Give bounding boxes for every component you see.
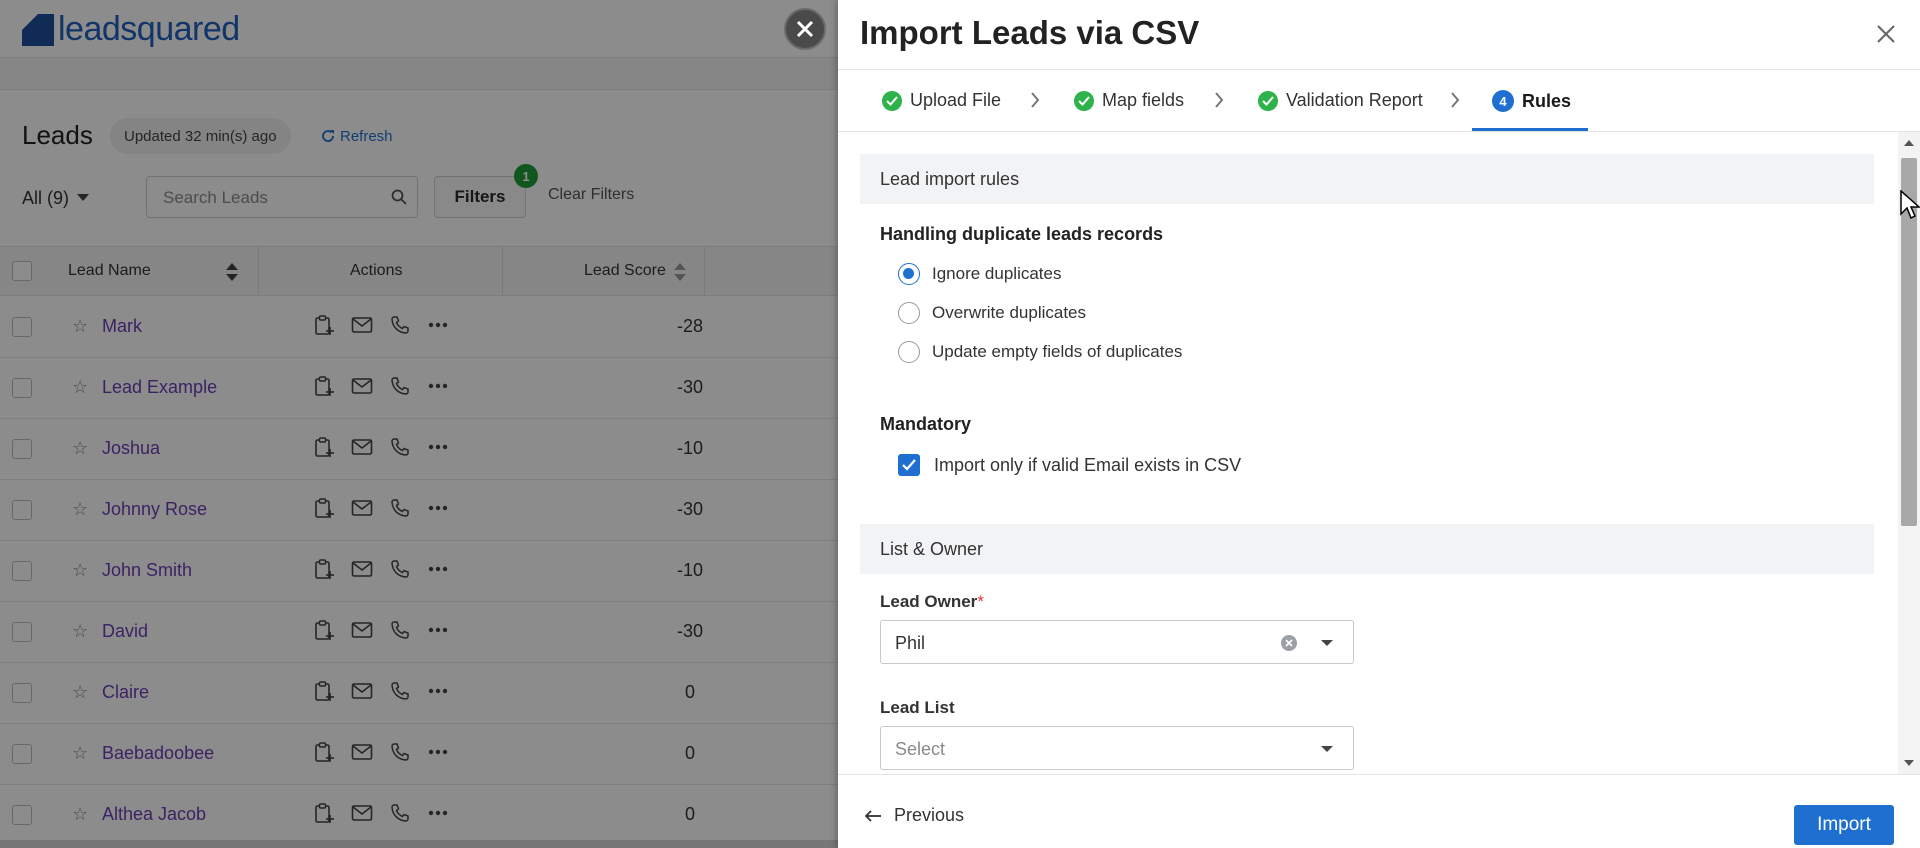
- close-icon: [796, 20, 814, 38]
- caret-down-icon[interactable]: [1321, 640, 1333, 646]
- checkmark-icon: [902, 459, 916, 471]
- lead-list-select[interactable]: Select: [880, 726, 1354, 770]
- lead-list-placeholder: Select: [895, 739, 946, 759]
- radio-button[interactable]: [898, 341, 920, 363]
- step-validation-report[interactable]: Validation Report: [1258, 90, 1423, 111]
- section-list-owner: List & Owner: [860, 524, 1874, 574]
- scroll-down-arrow[interactable]: [1904, 760, 1914, 766]
- close-icon: [1877, 25, 1895, 43]
- radio-overwrite-duplicates[interactable]: Overwrite duplicates: [898, 302, 1086, 324]
- modal-backdrop[interactable]: [0, 0, 838, 848]
- chevron-right-icon: [1451, 92, 1460, 108]
- checkbox-checked[interactable]: [898, 454, 920, 476]
- step-label: Map fields: [1102, 90, 1185, 110]
- radio-update-empty-fields[interactable]: Update empty fields of duplicates: [898, 341, 1182, 363]
- radio-label: Update empty fields of duplicates: [932, 342, 1183, 361]
- close-overlay-button[interactable]: [784, 8, 826, 50]
- radio-label: Overwrite duplicates: [932, 303, 1087, 322]
- radio-ignore-duplicates[interactable]: Ignore duplicates: [898, 263, 1061, 285]
- radio-label: Ignore duplicates: [932, 264, 1062, 283]
- mandatory-label: Mandatory: [880, 414, 972, 434]
- required-marker: *: [977, 592, 984, 611]
- step-label: Upload File: [910, 90, 1002, 110]
- chevron-right-icon: [1215, 92, 1224, 108]
- dialog-body: Lead import rules Handling duplicate lea…: [838, 132, 1898, 774]
- check-circle-icon: [1074, 90, 1094, 111]
- previous-button[interactable]: Previous: [864, 805, 964, 826]
- horizontal-scrollbar[interactable]: [0, 840, 838, 848]
- wizard-steps: Upload File Map fields Validation Report…: [838, 70, 1920, 132]
- dialog-footer: Previous Import: [838, 774, 1920, 848]
- step-label: Rules: [1522, 90, 1572, 111]
- check-circle-icon: [882, 90, 902, 111]
- mouse-cursor-icon: [1900, 189, 1920, 225]
- section-lead-import-rules: Lead import rules: [860, 154, 1874, 204]
- radio-button[interactable]: [898, 302, 920, 324]
- step-map-fields[interactable]: Map fields: [1074, 90, 1184, 111]
- checkbox-valid-email[interactable]: Import only if valid Email exists in CSV: [898, 454, 1241, 476]
- caret-down-icon[interactable]: [1321, 746, 1333, 752]
- active-step-indicator: [1472, 128, 1588, 131]
- scroll-up-arrow[interactable]: [1904, 140, 1914, 146]
- duplicates-label: Handling duplicate leads records: [880, 224, 1164, 244]
- check-circle-icon: [1258, 90, 1278, 111]
- dialog-header: Import Leads via CSV: [838, 0, 1920, 70]
- lead-owner-label: Lead Owner*: [880, 592, 984, 612]
- previous-label: Previous: [894, 805, 965, 825]
- chevron-right-icon: [1031, 92, 1040, 108]
- arrow-left-icon: [864, 809, 881, 822]
- lead-list-label: Lead List: [880, 698, 955, 717]
- dialog-title: Import Leads via CSV: [860, 14, 1200, 51]
- checkbox-label: Import only if valid Email exists in CSV: [934, 454, 1242, 475]
- step-rules[interactable]: 4 Rules: [1492, 90, 1571, 112]
- radio-button[interactable]: [898, 263, 920, 285]
- step-label: Validation Report: [1286, 90, 1423, 110]
- lead-owner-label-text: Lead Owner: [880, 592, 978, 611]
- step-upload-file[interactable]: Upload File: [882, 90, 1001, 111]
- import-leads-dialog: Import Leads via CSV Upload File Map fie…: [838, 0, 1920, 848]
- clear-selection-icon[interactable]: [1281, 635, 1297, 651]
- vertical-scrollbar[interactable]: [1898, 132, 1920, 774]
- dialog-close-button[interactable]: [1872, 20, 1900, 48]
- lead-owner-select[interactable]: Phil: [880, 620, 1354, 664]
- import-button[interactable]: Import: [1794, 805, 1894, 845]
- lead-owner-value: Phil: [895, 633, 926, 653]
- step-number-badge: 4: [1492, 90, 1514, 112]
